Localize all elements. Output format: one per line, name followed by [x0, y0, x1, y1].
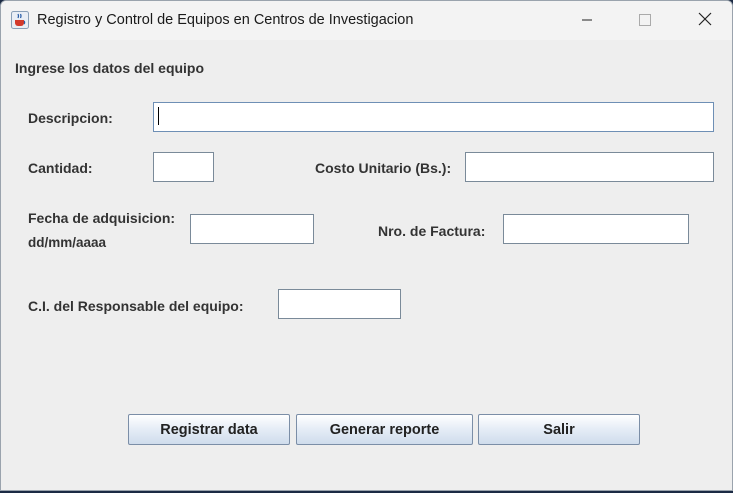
registrar-data-button[interactable]: Registrar data [128, 414, 290, 445]
descripcion-label: Descripcion: [28, 110, 113, 126]
title-bar[interactable]: Registro y Control de Equipos en Centros… [1, 1, 732, 40]
factura-label: Nro. de Factura: [378, 223, 486, 239]
close-button[interactable] [682, 1, 728, 40]
maximize-icon [639, 11, 651, 30]
factura-input[interactable] [503, 214, 689, 244]
minimize-button[interactable] [564, 1, 610, 40]
responsable-input[interactable] [278, 289, 401, 319]
app-window: Registro y Control de Equipos en Centros… [0, 0, 733, 491]
salir-button[interactable]: Salir [478, 414, 640, 445]
form-panel: Ingrese los datos del equipo Descripcion… [1, 40, 732, 490]
fecha-format-hint: dd/mm/aaaa [28, 235, 107, 250]
fecha-input[interactable] [190, 214, 314, 244]
minimize-icon [581, 11, 593, 30]
costo-input[interactable] [465, 152, 714, 182]
window-title: Registro y Control de Equipos en Centros… [37, 12, 414, 28]
responsable-label: C.I. del Responsable del equipo: [28, 298, 244, 314]
fecha-label: Fecha de adquisicion: [28, 210, 176, 226]
maximize-button[interactable] [622, 1, 668, 40]
text-caret [158, 107, 159, 125]
generar-reporte-button[interactable]: Generar reporte [296, 414, 473, 445]
costo-label: Costo Unitario (Bs.): [315, 160, 452, 176]
java-cup-icon [11, 11, 29, 29]
close-icon [698, 11, 712, 30]
descripcion-input[interactable] [153, 102, 714, 132]
section-title: Ingrese los datos del equipo [15, 60, 205, 76]
cantidad-input[interactable] [153, 152, 214, 182]
cantidad-label: Cantidad: [28, 160, 93, 176]
